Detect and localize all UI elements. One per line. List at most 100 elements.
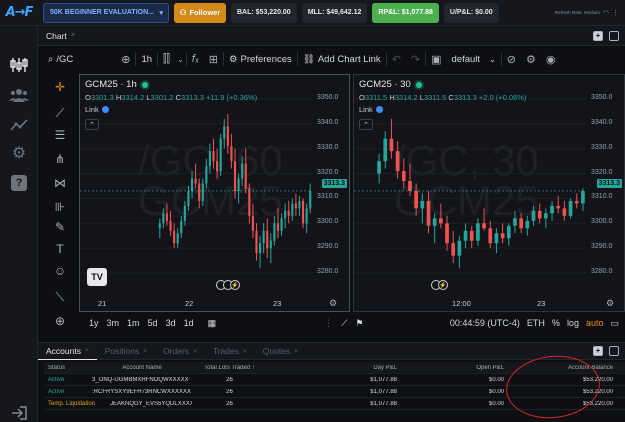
trendline-icon[interactable]: ⟋: [51, 104, 69, 122]
xabcd-pattern-icon[interactable]: ⋈: [51, 174, 69, 192]
chart-pane-30m[interactable]: /GC, 30 GCM25 GCM25 · 30 O3311.5 H3314.2…: [353, 74, 625, 312]
range-5d[interactable]: 5d: [144, 318, 162, 328]
add-tab-icon[interactable]: +: [593, 30, 603, 41]
maximize-icon[interactable]: [609, 346, 619, 356]
candle-body: [287, 210, 290, 216]
event-badge[interactable]: ⚡: [438, 280, 448, 290]
price-axis-label: 3310.0: [591, 193, 613, 201]
candle-body: [233, 161, 237, 191]
maximize-icon[interactable]: [609, 30, 619, 41]
price-axis-label: 3350.0: [317, 93, 339, 101]
tab-chart[interactable]: Chart ×: [46, 31, 75, 41]
settings-gear-icon[interactable]: ⚙: [521, 53, 541, 66]
close-icon[interactable]: ×: [294, 348, 298, 355]
clock-readout: 00:44:59 (UTC-4): [449, 318, 520, 328]
screen-icon[interactable]: ▭: [610, 318, 619, 329]
settings-icon[interactable]: ⚙: [8, 142, 30, 164]
chart-link[interactable]: Link: [359, 105, 383, 114]
candle-body: [426, 200, 431, 226]
chart-icon[interactable]: [8, 54, 30, 76]
chart-link[interactable]: Link: [85, 105, 109, 114]
calendar-icon[interactable]: ▦: [204, 318, 221, 329]
fib-icon[interactable]: ⊪: [51, 198, 69, 216]
session-toggle[interactable]: ETH: [527, 318, 545, 328]
horizontal-lines-icon[interactable]: ☰: [51, 126, 69, 144]
event-badges[interactable]: ⚡: [216, 280, 240, 290]
collapse-legend-icon[interactable]: ⌃: [85, 119, 99, 130]
flag-tool-icon[interactable]: ⚑: [351, 318, 367, 329]
tab-accounts[interactable]: Accounts ×: [38, 343, 97, 360]
layout-select[interactable]: default ⌄: [447, 48, 501, 70]
pane-title: GCM25 · 30: [359, 79, 422, 90]
tab-orders[interactable]: Orders ×: [155, 346, 205, 356]
pane-title-label: GCM25 · 1h: [85, 79, 137, 90]
templates-icon[interactable]: ⊞: [204, 53, 223, 66]
candles-style-icon[interactable]: ⫿⫿: [158, 53, 175, 66]
search-zoom-icon[interactable]: ⊘: [502, 53, 521, 66]
symbol-search[interactable]: ⌕ /GC: [43, 48, 78, 70]
event-badge[interactable]: ⚡: [230, 280, 240, 290]
drag-handle-icon[interactable]: ⋮: [320, 318, 337, 329]
range-3d[interactable]: 3d: [162, 318, 180, 328]
add-tab-icon[interactable]: +: [593, 346, 603, 356]
time-label: 22: [185, 299, 194, 308]
crosshair-icon[interactable]: ✛: [51, 78, 69, 96]
col-account-name[interactable]: Account Name: [92, 365, 192, 371]
pane-settings-icon[interactable]: ⚙: [606, 298, 614, 309]
analytics-icon[interactable]: [8, 114, 30, 136]
auto-toggle[interactable]: auto: [586, 318, 604, 328]
pane-settings-icon[interactable]: ⚙: [329, 298, 337, 309]
candle-body: [414, 190, 418, 209]
close-icon[interactable]: ×: [243, 348, 247, 355]
zoom-in-icon[interactable]: ⊕: [51, 312, 69, 330]
range-1m[interactable]: 1m: [123, 318, 144, 328]
close-icon[interactable]: ×: [143, 348, 147, 355]
candles-svg-1h[interactable]: [80, 75, 350, 312]
tab-trades[interactable]: Trades ×: [205, 346, 255, 356]
close-icon[interactable]: ×: [85, 347, 89, 354]
log-toggle[interactable]: log: [567, 318, 579, 328]
col-open-pnl[interactable]: Open P&L: [397, 365, 504, 371]
brush-icon[interactable]: ✎: [51, 218, 69, 236]
interval-select[interactable]: 1h: [136, 48, 157, 70]
redo-icon[interactable]: ↷: [406, 53, 425, 66]
tab-positions[interactable]: Positions ×: [97, 346, 155, 356]
add-chart-link-button[interactable]: ⛓ Add Chart Link: [298, 48, 386, 70]
preferences-button[interactable]: ⚙ Preferences: [224, 48, 297, 70]
refresh-rate[interactable]: Refresh Rate: Medium ◠ ⋮: [555, 9, 619, 17]
users-icon[interactable]: [8, 84, 30, 106]
follower-button[interactable]: ⚇ Follower: [174, 2, 226, 23]
col-lots[interactable]: Total Lots Traded ↑: [192, 365, 267, 371]
add-symbol-icon[interactable]: ⊕: [116, 53, 135, 66]
candle-body: [581, 190, 585, 204]
range-1d[interactable]: 1d: [180, 318, 198, 328]
range-1y[interactable]: 1y: [85, 318, 103, 328]
range-3m[interactable]: 3m: [103, 318, 124, 328]
col-status[interactable]: Status: [44, 365, 92, 371]
indicators-icon[interactable]: 𝑓ₓ: [187, 53, 204, 66]
emoji-icon[interactable]: ☺: [51, 262, 69, 280]
col-day-pnl[interactable]: Day P&L: [267, 365, 397, 371]
percent-toggle[interactable]: %: [552, 318, 560, 328]
close-icon[interactable]: ×: [71, 32, 75, 39]
layout-grid-icon[interactable]: ▣: [426, 53, 446, 66]
account-select[interactable]: 50K BEGINNER EVALUATION... ▾: [43, 2, 169, 23]
undo-icon[interactable]: ↶: [387, 53, 406, 66]
text-icon[interactable]: T: [51, 240, 69, 258]
follower-label: Follower: [189, 8, 221, 17]
candles-svg-30m[interactable]: [354, 75, 625, 312]
event-badges[interactable]: ⚡: [431, 280, 448, 290]
chart-pane-1h[interactable]: /GC, 60 GCM25 GCM25 · 1h O3301.3 H3314.2…: [79, 74, 350, 312]
candle-body: [183, 205, 186, 221]
pane-title-label: GCM25 · 30: [359, 79, 411, 90]
tab-quotes[interactable]: Quotes ×: [255, 346, 306, 356]
help-icon[interactable]: ?: [8, 172, 30, 194]
chevron-down-icon[interactable]: ⌄: [175, 55, 186, 64]
measure-icon[interactable]: ⟋: [337, 318, 351, 329]
close-icon[interactable]: ×: [193, 348, 197, 355]
camera-icon[interactable]: ◉: [541, 53, 561, 66]
ruler-icon[interactable]: ⟍: [51, 288, 69, 306]
logout-icon[interactable]: [8, 402, 30, 422]
pitchfork-icon[interactable]: ⋔: [51, 150, 69, 168]
collapse-legend-icon[interactable]: ⌃: [359, 119, 373, 130]
